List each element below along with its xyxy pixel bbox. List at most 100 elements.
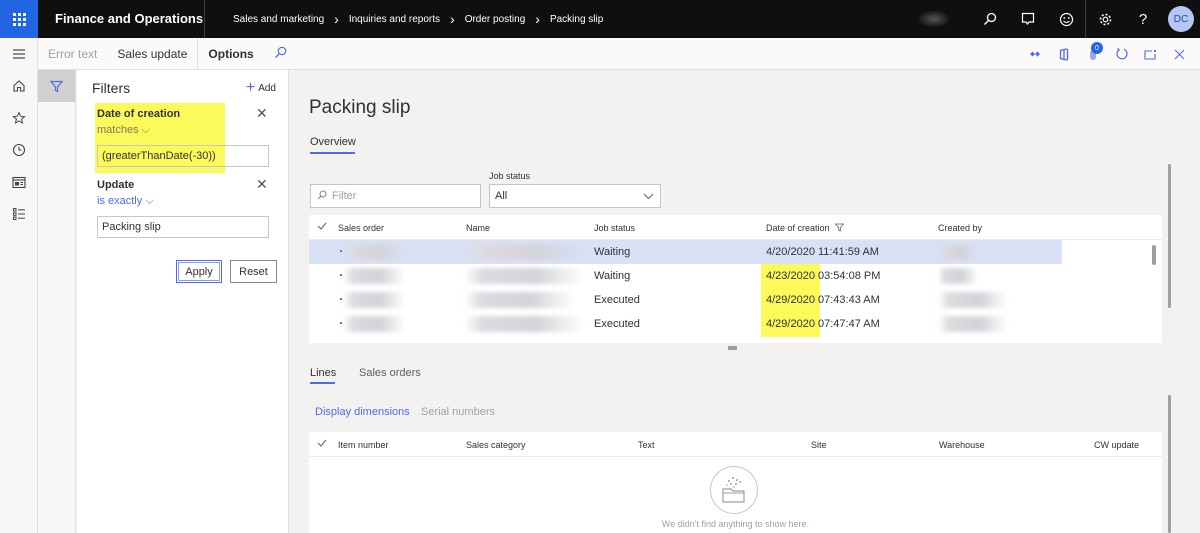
chevron-down-icon	[643, 185, 654, 215]
smiley-icon[interactable]	[1047, 0, 1085, 38]
select-all-checkbox[interactable]	[317, 438, 327, 450]
error-text-button[interactable]: Error text	[38, 38, 107, 70]
column-header-item-number[interactable]: Item number	[338, 440, 389, 450]
column-header-warehouse[interactable]: Warehouse	[939, 440, 985, 450]
time-value: 07:47:47 AM	[818, 318, 880, 330]
sales-update-button[interactable]: Sales update	[107, 38, 197, 70]
top-nav-bar: Finance and Operations Sales and marketi…	[0, 0, 1200, 38]
date-value: 4/29/2020	[766, 318, 815, 330]
main-content: Packing slip Overview Filter Job status …	[290, 70, 1200, 533]
date-cell: 4/20/2020 11:41:59 AM	[766, 246, 879, 258]
row-marker	[340, 298, 342, 300]
popout-icon[interactable]	[1136, 38, 1165, 70]
apply-button[interactable]: Apply	[176, 260, 222, 283]
column-header-text[interactable]: Text	[638, 440, 655, 450]
column-header-cw-update[interactable]: CW update	[1094, 440, 1139, 450]
page-scrollbar[interactable]	[1168, 164, 1171, 308]
breadcrumb-item[interactable]: Sales and marketing	[233, 14, 324, 25]
filter-operator-label: is exactly	[97, 195, 143, 207]
column-header-sales-category[interactable]: Sales category	[466, 440, 526, 450]
list-icon[interactable]	[0, 198, 38, 230]
created-by-cell-redacted	[938, 244, 978, 260]
tab-active-indicator	[310, 152, 355, 154]
chevron-right-icon: ›	[535, 11, 540, 27]
table-row[interactable]: Executed 4/29/2020 07:43:43 AM	[309, 288, 1062, 312]
serial-numbers-button[interactable]: Serial numbers	[421, 406, 495, 418]
packing-slip-grid: Sales order Name Job status Date of crea…	[309, 215, 1162, 343]
table-row[interactable]: Waiting 4/23/2020 03:54:08 PM	[309, 264, 1062, 288]
column-header-name[interactable]: Name	[466, 223, 490, 233]
close-icon[interactable]	[1165, 38, 1194, 70]
search-icon[interactable]	[971, 0, 1009, 38]
filter-operator-dropdown[interactable]: is exactly ⌵	[97, 195, 154, 208]
avatar[interactable]: DC	[1168, 6, 1194, 32]
lines-scrollbar[interactable]	[1168, 395, 1171, 533]
clock-icon[interactable]	[0, 134, 38, 166]
home-icon[interactable]	[0, 70, 38, 102]
filter-pane-toggle-strip	[38, 70, 76, 533]
grid-filter-input[interactable]: Filter	[310, 184, 481, 208]
remove-filter-button[interactable]: ✕	[256, 105, 268, 122]
tab-lines[interactable]: Lines	[310, 367, 336, 379]
chevron-right-icon: ›	[450, 11, 455, 27]
filter-icon	[834, 223, 845, 232]
job-status-select[interactable]: All	[489, 184, 661, 208]
company-picker[interactable]	[919, 11, 949, 27]
search-icon[interactable]	[264, 46, 297, 62]
remove-filter-button[interactable]: ✕	[256, 176, 268, 193]
column-header-date-of-creation[interactable]: Date of creation	[766, 223, 845, 233]
table-row[interactable]: Waiting 4/20/2020 11:41:59 AM	[309, 240, 1062, 264]
date-value: 4/23/2020	[766, 270, 815, 282]
job-status-cell: Waiting	[594, 270, 631, 282]
breadcrumb-item[interactable]: Inquiries and reports	[349, 14, 440, 25]
column-header-job-status[interactable]: Job status	[594, 223, 635, 233]
filter-pane-title: Filters	[92, 80, 131, 96]
workspace-icon[interactable]	[0, 166, 38, 198]
help-icon[interactable]: ?	[1124, 0, 1162, 38]
select-all-checkbox[interactable]	[317, 221, 327, 233]
sales-order-cell-redacted	[343, 316, 405, 332]
column-header-created-by[interactable]: Created by	[938, 223, 982, 233]
created-by-cell-redacted	[938, 268, 978, 284]
add-filter-label: Add	[258, 82, 276, 94]
hamburger-icon[interactable]	[0, 38, 38, 70]
options-tab[interactable]: Options	[197, 37, 263, 70]
app-launcher-button[interactable]	[0, 0, 38, 38]
chevron-down-icon: ⌵	[141, 124, 150, 136]
add-filter-button[interactable]: + Add	[245, 79, 276, 96]
empty-folder-icon	[710, 466, 758, 514]
waffle-icon	[12, 12, 26, 26]
column-header-site[interactable]: Site	[811, 440, 827, 450]
attachment-icon[interactable]: 0	[1078, 38, 1107, 70]
refresh-icon[interactable]	[1107, 38, 1136, 70]
grid-scrollbar[interactable]	[1152, 245, 1156, 265]
plus-icon: +	[245, 79, 256, 96]
search-icon	[317, 190, 327, 203]
app-title[interactable]: Finance and Operations	[38, 0, 205, 38]
tab-overview[interactable]: Overview	[310, 136, 356, 148]
tab-sales-orders[interactable]: Sales orders	[359, 367, 421, 379]
star-icon[interactable]	[0, 102, 38, 134]
action-pane: Error text Sales update Options 0	[38, 37, 1200, 70]
display-dimensions-button[interactable]: Display dimensions	[315, 406, 410, 418]
filter-value-input[interactable]: Packing slip	[97, 216, 269, 238]
reset-button[interactable]: Reset	[230, 260, 277, 283]
office-icon[interactable]	[1049, 38, 1078, 70]
breadcrumb-item[interactable]: Packing slip	[550, 14, 603, 25]
filter-icon[interactable]	[38, 70, 75, 102]
created-by-cell-redacted	[938, 292, 1008, 308]
row-marker	[340, 322, 342, 324]
gear-icon[interactable]	[1086, 0, 1124, 38]
breadcrumb-item[interactable]: Order posting	[465, 14, 526, 25]
page-title: Packing slip	[309, 97, 411, 118]
filter-pane: Filters + Add Date of creation matches ⌵…	[77, 70, 289, 533]
table-row[interactable]: Executed 4/29/2020 07:47:47 AM	[309, 312, 1062, 336]
filter-value-input[interactable]: (greaterThanDate(-30))	[97, 145, 269, 167]
column-header-sales-order[interactable]: Sales order	[338, 223, 384, 233]
chat-icon[interactable]	[1009, 0, 1047, 38]
lines-grid: Item number Sales category Text Site War…	[309, 432, 1162, 533]
connect-icon[interactable]	[1020, 38, 1049, 70]
chevron-down-icon: ⌵	[145, 195, 154, 207]
filter-operator-dropdown[interactable]: matches ⌵	[97, 124, 150, 137]
splitter-handle[interactable]	[728, 346, 737, 350]
